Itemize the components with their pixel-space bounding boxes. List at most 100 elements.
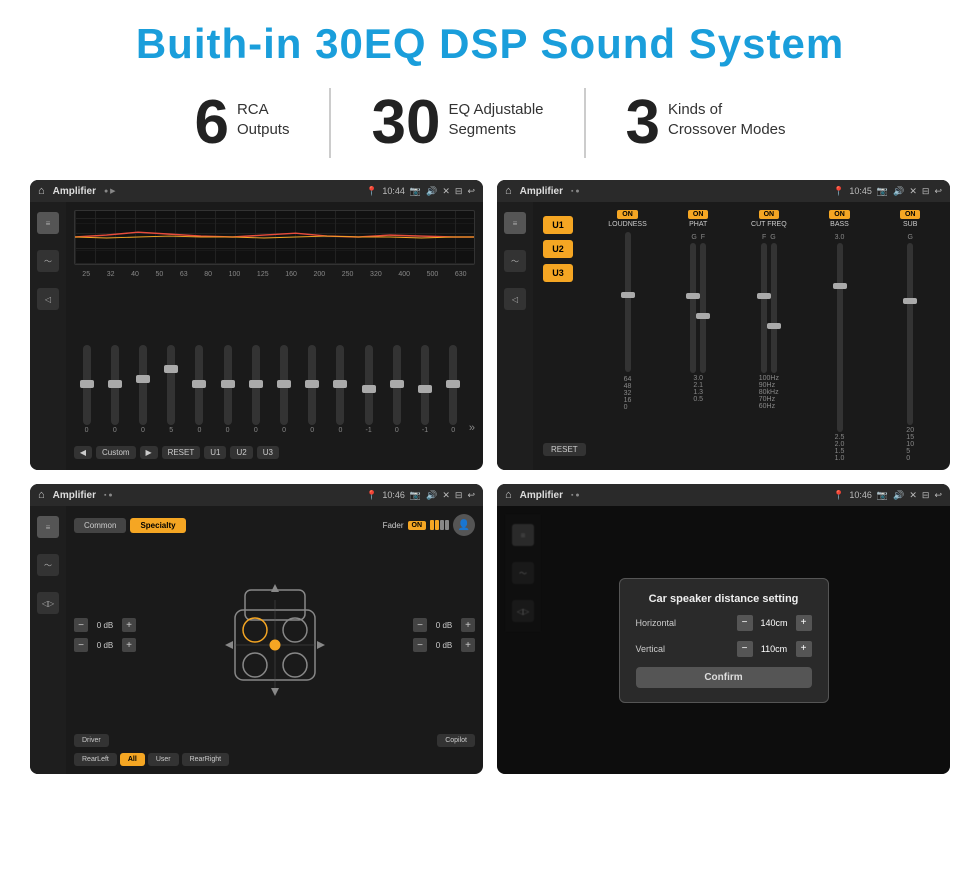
slider-thumb-11[interactable] [362,385,376,393]
phat-f-thumb[interactable] [696,313,710,319]
back-icon[interactable]: ↩ [467,186,475,197]
sub-slider[interactable] [907,243,913,425]
db-minus-br[interactable]: − [413,638,427,652]
db-plus-tl[interactable]: + [122,618,136,632]
bass-slider[interactable] [837,243,843,432]
slider-thumb-8[interactable] [277,380,291,388]
channel-bass: ON BASS 3.0 2.52.01.51.0 [806,210,874,462]
slider-track-14[interactable] [449,345,457,425]
slider-thumb-6[interactable] [221,380,235,388]
slider-track-1[interactable] [83,345,91,425]
slider-track-11[interactable] [365,345,373,425]
rearleft-btn[interactable]: RearLeft [74,753,117,766]
slider-track-2[interactable] [111,345,119,425]
loudness-slider[interactable] [625,232,631,372]
slider-thumb-14[interactable] [446,380,460,388]
u2-btn[interactable]: U2 [543,240,573,258]
freq-63: 63 [180,271,188,278]
db-plus-bl[interactable]: + [122,638,136,652]
confirm-button[interactable]: Confirm [636,667,812,688]
all-btn[interactable]: All [120,753,145,766]
prev-button[interactable]: ◀ [74,446,92,459]
slider-track-5[interactable] [195,345,203,425]
phat-f-slider[interactable] [700,243,706,373]
vertical-plus[interactable]: + [796,641,812,657]
slider-track-13[interactable] [421,345,429,425]
slider-thumb-10[interactable] [333,380,347,388]
slider-track-9[interactable] [308,345,316,425]
sub-thumb[interactable] [903,298,917,304]
u3-button[interactable]: U3 [257,446,279,459]
phat-g-slider[interactable] [690,243,696,373]
horizontal-minus[interactable]: − [737,615,753,631]
rearright-btn[interactable]: RearRight [182,753,230,766]
home-icon-2[interactable]: ⌂ [505,185,512,197]
bass-thumb[interactable] [833,283,847,289]
slider-thumb-2[interactable] [108,380,122,388]
copilot-btn[interactable]: Copilot [437,734,475,747]
sidebar-vol-icon-2[interactable]: ◁ [504,288,526,310]
cutfreq-g-slider[interactable] [771,243,777,373]
slider-track-10[interactable] [336,345,344,425]
back-icon-3[interactable]: ↩ [467,490,475,501]
slider-track-3[interactable] [139,345,147,425]
cutfreq-on[interactable]: ON [759,210,780,219]
back-icon-2[interactable]: ↩ [934,186,942,197]
u3-btn[interactable]: U3 [543,264,573,282]
db-plus-br[interactable]: + [461,638,475,652]
home-icon-3[interactable]: ⌂ [38,489,45,501]
reset-button[interactable]: RESET [162,446,201,459]
sidebar-eq-icon-2[interactable]: ≡ [504,212,526,234]
common-tab[interactable]: Common [74,518,126,533]
specialty-tab[interactable]: Specialty [130,518,185,533]
slider-track-12[interactable] [393,345,401,425]
phat-on[interactable]: ON [688,210,709,219]
next-button[interactable]: ▶ [140,446,158,459]
loudness-thumb[interactable] [621,292,635,298]
db-minus-tl[interactable]: − [74,618,88,632]
slider-thumb-4[interactable] [164,365,178,373]
slider-track-7[interactable] [252,345,260,425]
user-btn[interactable]: User [148,753,179,766]
horizontal-plus[interactable]: + [796,615,812,631]
profile-icon-3[interactable]: 👤 [453,514,475,536]
sidebar-wave-icon-2[interactable]: 〜 [504,250,526,272]
driver-btn[interactable]: Driver [74,734,109,747]
reset-btn-2[interactable]: RESET [543,443,586,456]
db-plus-tr[interactable]: + [461,618,475,632]
back-icon-4[interactable]: ↩ [934,490,942,501]
slider-thumb-1[interactable] [80,380,94,388]
sidebar-wave-icon[interactable]: 〜 [37,250,59,272]
home-icon-4[interactable]: ⌂ [505,489,512,501]
slider-thumb-9[interactable] [305,380,319,388]
sidebar-eq-icon-3[interactable]: ≡ [37,516,59,538]
phat-g-thumb[interactable] [686,293,700,299]
cutfreq-f-slider[interactable] [761,243,767,373]
u1-button[interactable]: U1 [204,446,226,459]
slider-thumb-7[interactable] [249,380,263,388]
slider-track-4[interactable] [167,345,175,425]
slider-thumb-5[interactable] [192,380,206,388]
more-icon[interactable]: » [469,422,475,434]
slider-thumb-13[interactable] [418,385,432,393]
slider-thumb-12[interactable] [390,380,404,388]
sidebar-arrow-icon-3[interactable]: ◁▷ [37,592,59,614]
sub-on[interactable]: ON [900,210,921,219]
cutfreq-f-thumb[interactable] [757,293,771,299]
bass-on[interactable]: ON [829,210,850,219]
cutfreq-g-thumb[interactable] [767,323,781,329]
u2-button[interactable]: U2 [230,446,252,459]
u1-btn[interactable]: U1 [543,216,573,234]
sidebar-eq-icon[interactable]: ≡ [37,212,59,234]
sidebar-speaker-icon[interactable]: ◁ [37,288,59,310]
slider-thumb-3[interactable] [136,375,150,383]
db-minus-bl[interactable]: − [74,638,88,652]
slider-track-6[interactable] [224,345,232,425]
slider-track-8[interactable] [280,345,288,425]
home-icon[interactable]: ⌂ [38,185,45,197]
loudness-on[interactable]: ON [617,210,638,219]
vertical-minus[interactable]: − [737,641,753,657]
fader-on-badge[interactable]: ON [408,521,427,530]
sidebar-wave-icon-3[interactable]: 〜 [37,554,59,576]
db-minus-tr[interactable]: − [413,618,427,632]
